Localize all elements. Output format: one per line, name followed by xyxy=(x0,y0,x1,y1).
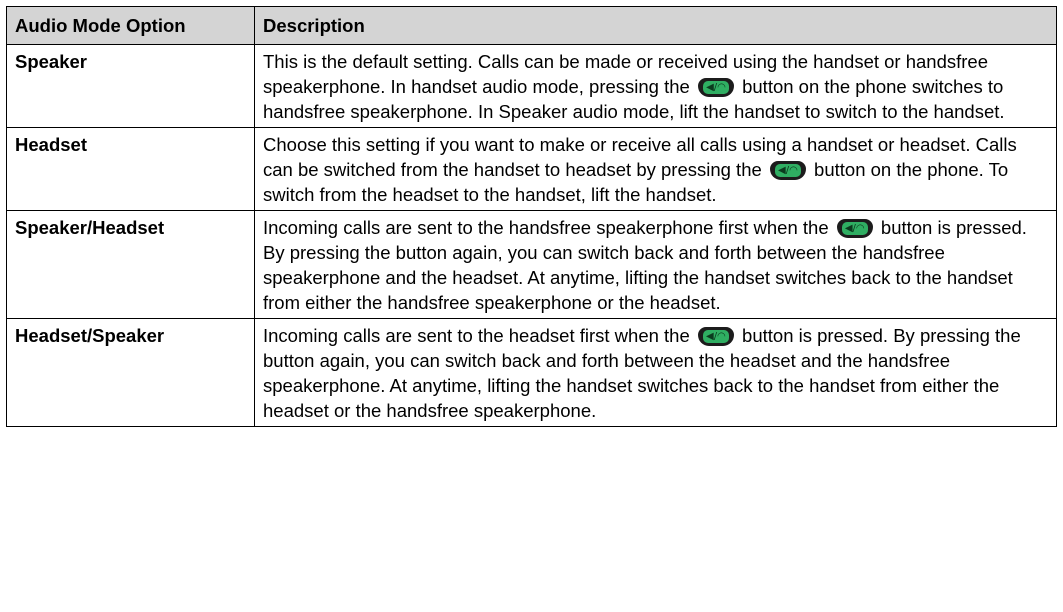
speaker-headset-button-icon: ◀/◠ xyxy=(769,161,806,180)
option-speaker-headset: Speaker/Headset xyxy=(6,210,255,319)
table-row: Speaker/Headset Incoming calls are sent … xyxy=(6,210,1057,319)
speaker-headset-button-icon: ◀/◠ xyxy=(697,78,734,97)
description-headset-speaker: Incoming calls are sent to the headset f… xyxy=(254,318,1057,427)
audio-mode-table: Audio Mode Option Description Speaker Th… xyxy=(6,6,1057,427)
table-row: Headset/Speaker Incoming calls are sent … xyxy=(6,318,1057,427)
table-row: Headset Choose this setting if you want … xyxy=(6,127,1057,211)
header-description: Description xyxy=(254,6,1057,45)
description-speaker: This is the default setting. Calls can b… xyxy=(254,44,1057,128)
table-row: Speaker This is the default setting. Cal… xyxy=(6,44,1057,128)
header-audio-mode-option: Audio Mode Option xyxy=(6,6,255,45)
description-text: Incoming calls are sent to the headset f… xyxy=(263,325,695,346)
description-headset: Choose this setting if you want to make … xyxy=(254,127,1057,211)
description-text: Incoming calls are sent to the handsfree… xyxy=(263,217,834,238)
button-glyph: ◀/◠ xyxy=(702,330,729,343)
document: Audio Mode Option Description Speaker Th… xyxy=(6,6,1057,427)
speaker-headset-button-icon: ◀/◠ xyxy=(836,219,873,238)
description-speaker-headset: Incoming calls are sent to the handsfree… xyxy=(254,210,1057,319)
option-headset-speaker: Headset/Speaker xyxy=(6,318,255,427)
button-glyph: ◀/◠ xyxy=(841,222,868,235)
option-speaker: Speaker xyxy=(6,44,255,128)
speaker-headset-button-icon: ◀/◠ xyxy=(697,327,734,346)
button-glyph: ◀/◠ xyxy=(774,164,801,177)
table-header-row: Audio Mode Option Description xyxy=(6,6,1057,45)
button-glyph: ◀/◠ xyxy=(702,81,729,94)
option-headset: Headset xyxy=(6,127,255,211)
